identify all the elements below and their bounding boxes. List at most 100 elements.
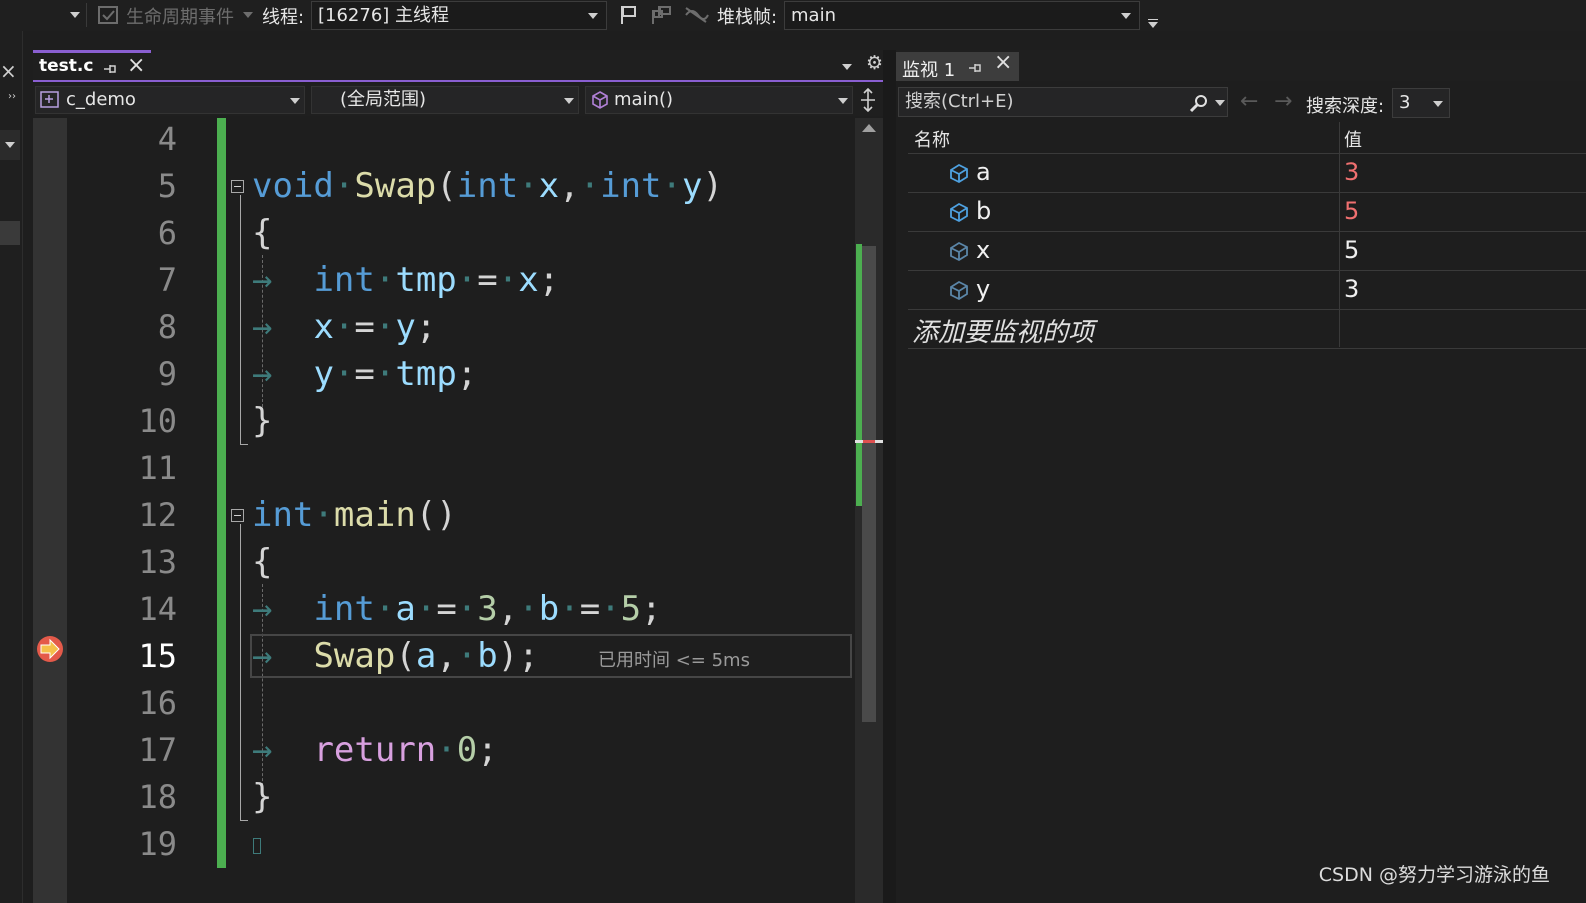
outline-guide — [240, 820, 248, 821]
line-number: 5 — [157, 167, 177, 205]
show-threads-icon[interactable] — [684, 6, 710, 24]
stackframe-value: main — [791, 5, 836, 26]
watch-row[interactable]: a 3 — [908, 154, 1586, 193]
split-editor-icon[interactable] — [859, 88, 877, 112]
outline-guide — [240, 444, 248, 445]
close-icon[interactable]: × — [0, 59, 17, 83]
watch-search-input[interactable]: 搜索(Ctrl+E) — [898, 87, 1228, 117]
line-number: 6 — [157, 214, 177, 252]
parameter-icon — [950, 241, 968, 262]
line-number: 11 — [138, 449, 177, 487]
search-depth-value: 3 — [1399, 92, 1411, 113]
left-panel-edge: × ›› — [0, 31, 23, 903]
scope-dropdown[interactable]: (全局范围) — [311, 86, 579, 114]
watch-value-changed[interactable]: 5 — [1344, 197, 1359, 225]
tab-list-dropdown-icon[interactable] — [842, 64, 852, 70]
code-line: void·Swap(int·x,·int·y) — [252, 166, 723, 206]
add-watch-placeholder[interactable]: 添加要监视的项 — [912, 312, 1094, 349]
close-icon[interactable]: × — [127, 53, 145, 78]
scroll-breakpoint-marker — [863, 440, 875, 443]
code-line: { — [252, 542, 273, 582]
collapse-icon[interactable] — [231, 509, 244, 522]
watch-row[interactable]: y 3 — [908, 271, 1586, 310]
lifecycle-events-label[interactable]: 生命周期事件 — [126, 3, 234, 29]
chevron-down-icon — [1121, 13, 1131, 19]
pin-icon[interactable] — [968, 61, 982, 75]
stackframe-dropdown[interactable]: main — [784, 1, 1140, 30]
search-icon[interactable] — [1189, 93, 1209, 113]
variable-icon — [950, 163, 968, 184]
text-cursor — [253, 838, 261, 854]
line-number: 14 — [138, 590, 177, 628]
project-dropdown[interactable]: c_demo — [35, 86, 305, 114]
pin-icon[interactable] — [103, 62, 117, 76]
watch-tab-title: 监视 1 — [902, 60, 956, 81]
watch-name: b — [976, 197, 992, 225]
code-line: → int·a·=·3,·b·=·5; — [252, 589, 662, 629]
watch-toolbar: 搜索(Ctrl+E) ← → 搜索深度: 3 — [896, 85, 1586, 121]
code-line: → x·=·y; — [252, 307, 437, 347]
column-header-name[interactable]: 名称 — [914, 126, 950, 152]
breakpoint-gutter[interactable] — [33, 118, 67, 903]
gear-icon[interactable]: ⚙ — [866, 52, 883, 74]
toolbar-overflow-icon[interactable] — [1148, 19, 1158, 28]
tab-test-c[interactable]: test.c × — [33, 50, 151, 80]
search-depth-dropdown[interactable]: 3 — [1392, 88, 1450, 118]
scroll-thumb[interactable] — [862, 246, 876, 722]
watch-value[interactable]: 5 — [1344, 236, 1359, 264]
left-panel-dropdown[interactable] — [0, 130, 20, 160]
chevron-down-icon — [1433, 101, 1443, 107]
code-line: int·main() — [252, 495, 457, 535]
splitter[interactable] — [883, 50, 896, 903]
watch-row[interactable]: b 5 — [908, 193, 1586, 232]
chevron-down-icon — [588, 13, 598, 19]
overflow-icon[interactable]: ›› — [8, 91, 16, 102]
thread-dropdown[interactable]: [16276] 主线程 — [311, 1, 607, 30]
watch-grid-header: 名称 值 — [908, 122, 1586, 154]
thread-label: 线程: — [262, 7, 305, 28]
thread-value: [16276] 主线程 — [318, 5, 450, 26]
tab-watch-1[interactable]: 监视 1 × — [896, 50, 1019, 81]
forward-arrow-icon[interactable]: → — [1274, 89, 1292, 114]
code-line: } — [252, 777, 273, 817]
chevron-down-icon — [564, 98, 574, 104]
editor-scrollbar[interactable] — [855, 118, 883, 903]
watch-value-changed[interactable]: 3 — [1344, 158, 1359, 186]
line-number: 12 — [138, 496, 177, 534]
chevron-down-icon[interactable] — [1215, 100, 1225, 106]
watch-row[interactable]: x 5 — [908, 232, 1586, 271]
stackframe-label: 堆栈帧: — [717, 7, 778, 28]
line-number: 9 — [157, 355, 177, 393]
left-panel-selected-row[interactable] — [0, 221, 20, 245]
line-number: 19 — [138, 825, 177, 863]
scroll-up-icon[interactable] — [862, 124, 876, 132]
watch-tab-strip: 监视 1 × — [896, 50, 1586, 81]
perf-tip[interactable]: 已用时间 <= 5ms — [598, 646, 750, 672]
watch-name: x — [976, 236, 991, 264]
line-number: 13 — [138, 543, 177, 581]
collapse-icon[interactable] — [231, 180, 244, 193]
close-icon[interactable]: × — [994, 50, 1012, 75]
chevron-down-icon[interactable] — [243, 12, 253, 18]
line-number: 16 — [138, 684, 177, 722]
back-arrow-icon[interactable]: ← — [1240, 89, 1258, 114]
add-watch-row[interactable]: 添加要监视的项 — [908, 310, 1586, 349]
flag-icon[interactable] — [619, 4, 639, 26]
code-line: } — [252, 401, 273, 441]
tab-title: test.c — [39, 56, 94, 76]
watch-value[interactable]: 3 — [1344, 275, 1359, 303]
member-dropdown[interactable]: main() — [585, 86, 853, 114]
code-line: → int·tmp·=·x; — [252, 260, 560, 300]
line-number: 8 — [157, 308, 177, 346]
debug-toolbar: 生命周期事件 线程: [16276] 主线程 堆栈帧: main — [0, 0, 1586, 31]
search-depth-label: 搜索深度: — [1306, 96, 1385, 117]
change-tracking-bar — [217, 118, 226, 868]
line-number-current: 15 — [138, 637, 177, 675]
line-number: 18 — [138, 778, 177, 816]
chevron-down-icon[interactable] — [70, 12, 80, 18]
line-number: 4 — [157, 120, 177, 158]
lifecycle-events-icon — [98, 6, 118, 24]
flag-threads-icon[interactable] — [650, 4, 674, 26]
column-header-value[interactable]: 值 — [1344, 126, 1362, 152]
editor-tab-strip: test.c × ⚙ — [33, 50, 883, 82]
